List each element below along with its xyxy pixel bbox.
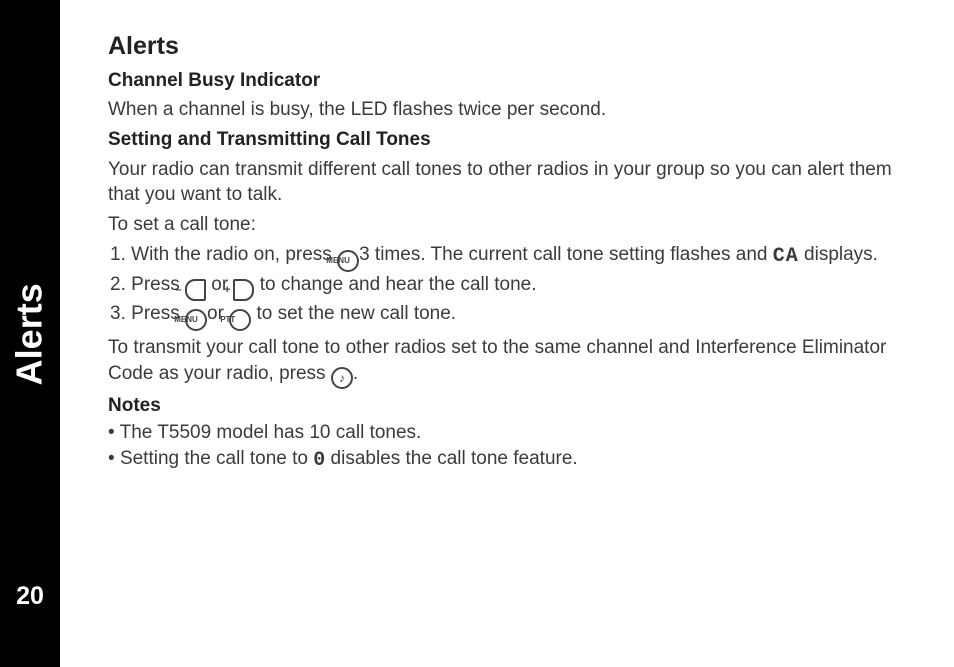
sidebar-section-label: Alerts bbox=[6, 283, 55, 385]
text-call-tones-intro: Your radio can transmit different call t… bbox=[108, 157, 908, 208]
ca-display-icon: CA bbox=[773, 245, 799, 268]
plus-icon: + bbox=[233, 279, 254, 301]
heading-call-tones: Setting and Transmitting Call Tones bbox=[108, 127, 908, 153]
zero-display-icon: 0 bbox=[313, 449, 325, 472]
heading-notes: Notes bbox=[108, 393, 908, 419]
step-2-text-c: to change and hear the call tone. bbox=[254, 274, 536, 295]
step-2: Press – or + to change and hear the call… bbox=[130, 272, 908, 302]
text-transmit: To transmit your call tone to other radi… bbox=[108, 335, 908, 389]
text-channel-busy: When a channel is busy, the LED flashes … bbox=[108, 97, 908, 123]
menu-icon: MENU bbox=[185, 309, 207, 331]
page: Alerts 20 Alerts Channel Busy Indicator … bbox=[0, 0, 954, 667]
page-title: Alerts bbox=[108, 30, 908, 64]
notes-list: The T5509 model has 10 call tones. Setti… bbox=[108, 420, 908, 474]
step-1-text-a: With the radio on, press bbox=[131, 244, 337, 265]
step-1-text-b: 3 times. The current call tone setting f… bbox=[359, 244, 773, 265]
sidebar: Alerts 20 bbox=[0, 0, 60, 667]
content-area: Alerts Channel Busy Indicator When a cha… bbox=[108, 30, 908, 476]
heading-channel-busy: Channel Busy Indicator bbox=[108, 68, 908, 94]
text-call-tones-lead: To set a call tone: bbox=[108, 212, 908, 238]
steps-list: With the radio on, press MENU3 times. Th… bbox=[108, 242, 908, 332]
text-transmit-a: To transmit your call tone to other radi… bbox=[108, 337, 886, 384]
note-2: Setting the call tone to 0 disables the … bbox=[108, 446, 908, 474]
ptt-icon: PTT bbox=[229, 309, 251, 331]
note-1: The T5509 model has 10 call tones. bbox=[108, 420, 908, 446]
minus-icon: – bbox=[185, 279, 206, 301]
text-transmit-b: . bbox=[353, 363, 358, 384]
step-1-text-c: displays. bbox=[799, 244, 878, 265]
step-3: Press MENUor PTT to set the new call ton… bbox=[130, 301, 908, 331]
step-1: With the radio on, press MENU3 times. Th… bbox=[130, 242, 908, 272]
call-tone-icon: ♪ bbox=[331, 367, 353, 389]
note-2-text-b: disables the call tone feature. bbox=[331, 448, 578, 469]
step-3-text-c: to set the new call tone. bbox=[251, 303, 456, 324]
page-number: 20 bbox=[16, 580, 44, 614]
menu-icon: MENU bbox=[337, 250, 359, 272]
note-2-text-a: Setting the call tone to bbox=[120, 448, 313, 469]
